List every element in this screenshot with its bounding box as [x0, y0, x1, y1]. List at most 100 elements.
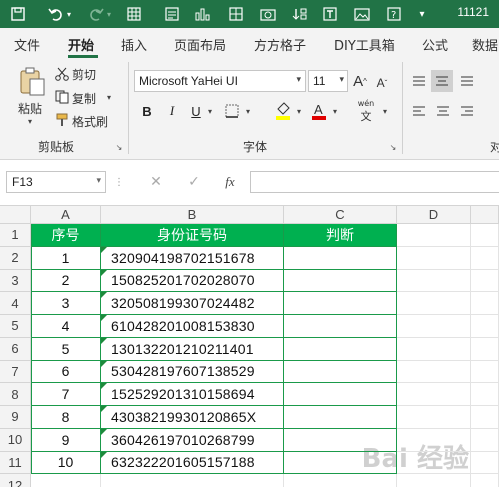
header-cell-judgement[interactable]: 判断 [284, 224, 397, 247]
row-header[interactable]: 1 [0, 224, 31, 247]
font-size-select[interactable]: 11 ▾ [308, 70, 348, 92]
cut-button[interactable]: 剪切 [72, 66, 96, 83]
customize-toolbar-icon[interactable]: ▾ [412, 4, 432, 24]
phonetic-dropdown-icon[interactable]: ▾ [380, 106, 390, 116]
index-cell[interactable]: 9 [31, 428, 101, 452]
align-left-icon[interactable] [410, 102, 428, 120]
filter-grid-icon[interactable] [226, 4, 246, 24]
index-cell[interactable]: 1 [31, 246, 101, 270]
id-number-cell[interactable]: 610428201008153830 [101, 315, 284, 338]
row-header[interactable]: 6 [0, 337, 31, 361]
index-cell[interactable]: 8 [31, 406, 101, 429]
grid-table-icon[interactable] [124, 4, 144, 24]
judgement-cell[interactable] [284, 406, 397, 429]
id-number-cell[interactable]: 130132201210211401 [101, 337, 284, 361]
font-launcher-icon[interactable]: ↘ [388, 142, 398, 152]
decrease-font-icon[interactable]: Aˇ [372, 72, 392, 94]
underline-icon[interactable]: U [188, 102, 204, 120]
undo-icon[interactable] [46, 4, 66, 24]
font-name-select[interactable]: Microsoft YaHei UI ▾ [134, 70, 306, 92]
id-number-cell[interactable]: 360426197010268799 [101, 428, 284, 452]
select-all-corner[interactable] [0, 206, 31, 224]
image-icon[interactable] [352, 4, 372, 24]
tab-home[interactable]: 开始 [68, 35, 94, 54]
judgement-cell[interactable] [284, 292, 397, 315]
tab-fangfang[interactable]: 方方格子 [254, 35, 306, 54]
row-header[interactable]: 5 [0, 315, 31, 338]
column-header-e[interactable] [471, 206, 499, 224]
redo-icon[interactable] [86, 4, 106, 24]
align-bottom-icon[interactable] [458, 72, 476, 90]
formula-input[interactable] [250, 171, 499, 193]
index-cell[interactable]: 5 [31, 337, 101, 361]
fill-color-icon[interactable] [274, 100, 292, 122]
index-cell[interactable]: 6 [31, 360, 101, 384]
format-painter-button[interactable]: 格式刷 [72, 113, 108, 130]
column-header-d[interactable]: D [397, 206, 471, 224]
row-header[interactable]: 12 [0, 474, 31, 487]
row-header[interactable]: 2 [0, 246, 31, 270]
camera-icon[interactable] [258, 4, 278, 24]
copy-dropdown-icon[interactable]: ▾ [104, 92, 114, 102]
help-icon[interactable]: ? [384, 4, 404, 24]
row-header[interactable]: 7 [0, 360, 31, 384]
align-top-icon[interactable] [410, 72, 428, 90]
tab-insert[interactable]: 插入 [121, 35, 147, 54]
id-number-cell[interactable]: 320904198702151678 [101, 246, 284, 270]
column-header-c[interactable]: C [284, 206, 397, 224]
name-box[interactable]: F13 ▾ [6, 171, 106, 193]
row-header[interactable]: 9 [0, 406, 31, 429]
italic-icon[interactable]: I [164, 102, 180, 120]
font-color-dropdown-icon[interactable]: ▾ [330, 106, 340, 116]
tab-formulas[interactable]: 公式 [422, 35, 448, 54]
tab-diy-toolbox[interactable]: DIY工具箱 [334, 35, 395, 54]
align-right-icon[interactable] [458, 102, 476, 120]
index-cell[interactable]: 3 [31, 292, 101, 315]
align-center-icon[interactable] [434, 102, 452, 120]
tab-file[interactable]: 文件 [14, 35, 40, 54]
judgement-cell[interactable] [284, 383, 397, 406]
tab-data[interactable]: 数据 [472, 35, 498, 54]
id-number-cell[interactable]: 150825201702028070 [101, 269, 284, 293]
header-cell-id-number[interactable]: 身份证号码 [101, 224, 284, 247]
row-header[interactable]: 11 [0, 451, 31, 475]
undo-dropdown-icon[interactable]: ▾ [64, 4, 74, 24]
fill-color-dropdown-icon[interactable]: ▾ [294, 106, 304, 116]
phonetic-guide-icon[interactable]: wén 文 [354, 99, 378, 123]
sort-icon[interactable] [290, 4, 310, 24]
bold-icon[interactable]: B [139, 102, 155, 120]
index-cell[interactable]: 4 [31, 315, 101, 338]
index-cell[interactable]: 7 [31, 383, 101, 406]
clipboard-launcher-icon[interactable]: ↘ [114, 142, 124, 152]
chart-icon[interactable] [192, 4, 212, 24]
id-number-cell[interactable]: 320508199307024482 [101, 292, 284, 315]
id-number-cell[interactable]: 632322201605157188 [101, 451, 284, 475]
column-header-a[interactable]: A [31, 206, 101, 224]
row-header[interactable]: 4 [0, 292, 31, 315]
judgement-cell[interactable] [284, 360, 397, 384]
row-header[interactable]: 3 [0, 269, 31, 293]
enter-icon[interactable]: ✓ [184, 172, 204, 192]
judgement-cell[interactable] [284, 315, 397, 338]
judgement-cell[interactable] [284, 246, 397, 270]
id-number-cell[interactable]: 152529201310158694 [101, 383, 284, 406]
insert-function-icon[interactable]: fx [220, 172, 240, 192]
formula-bar-grip-icon[interactable]: ⋮ [114, 174, 124, 190]
align-middle-icon[interactable] [431, 70, 453, 92]
header-cell-index[interactable]: 序号 [31, 224, 101, 247]
row-header[interactable]: 8 [0, 383, 31, 406]
cancel-icon[interactable]: ✕ [146, 172, 166, 192]
id-number-cell[interactable]: 43038219930120865X [101, 406, 284, 429]
copy-button[interactable]: 复制 [72, 90, 96, 107]
paste-icon[interactable] [16, 66, 48, 98]
font-color-icon[interactable]: A [310, 100, 328, 122]
row-header[interactable]: 10 [0, 428, 31, 452]
form-icon[interactable] [162, 4, 182, 24]
borders-icon[interactable] [223, 102, 241, 120]
index-cell[interactable]: 2 [31, 269, 101, 293]
judgement-cell[interactable] [284, 428, 397, 452]
redo-dropdown-icon[interactable]: ▾ [104, 4, 114, 24]
column-header-b[interactable]: B [101, 206, 284, 224]
underline-dropdown-icon[interactable]: ▾ [205, 106, 215, 116]
borders-dropdown-icon[interactable]: ▾ [243, 106, 253, 116]
